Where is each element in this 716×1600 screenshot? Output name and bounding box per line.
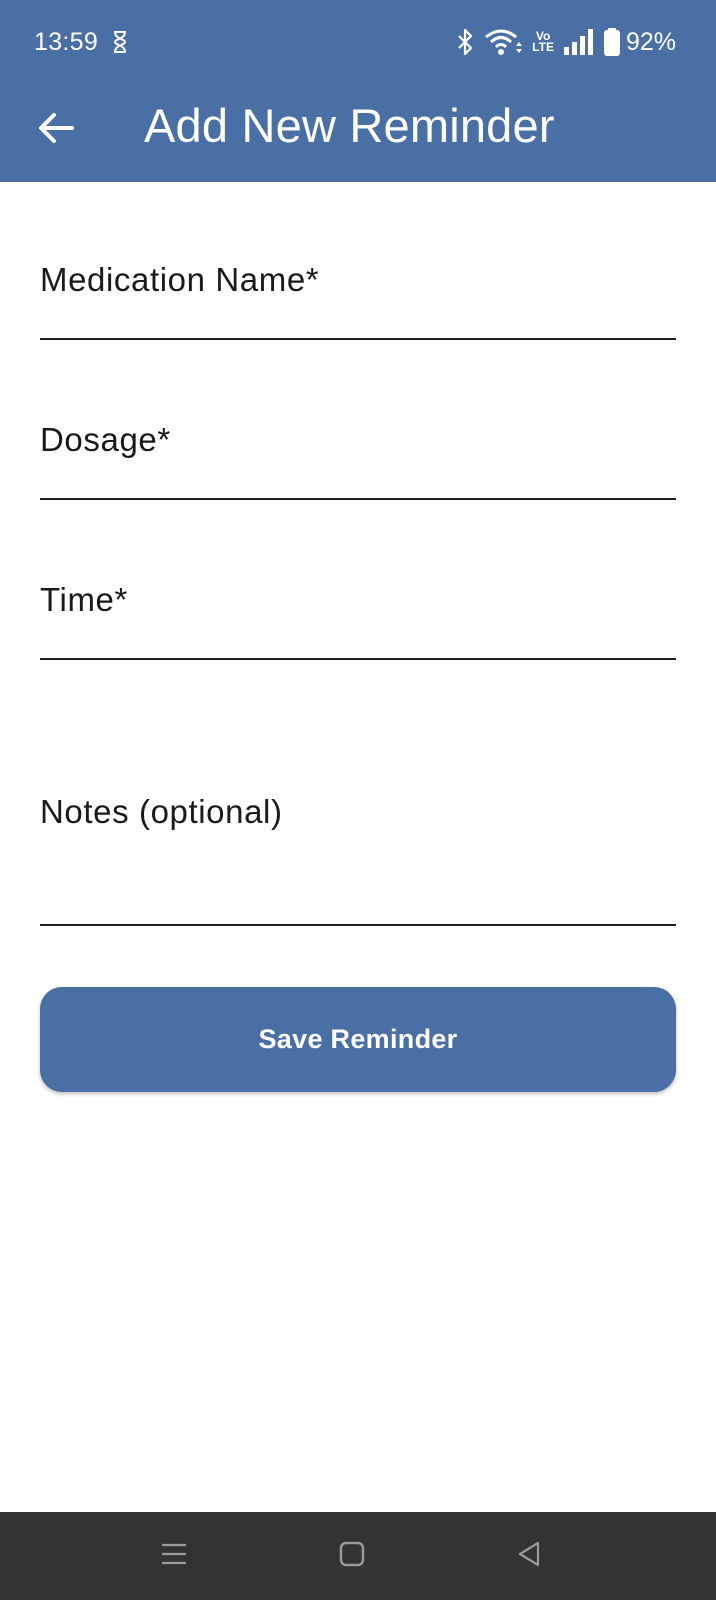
dosage-field[interactable]: Dosage* — [40, 410, 676, 502]
time-underline — [40, 658, 676, 660]
dosage-input[interactable] — [40, 462, 676, 492]
battery-percent: 92% — [625, 27, 676, 56]
notes-input[interactable] — [40, 850, 676, 910]
bluetooth-icon — [456, 28, 474, 56]
page-title: Add New Reminder — [144, 99, 555, 152]
volte-icon: Vo LTE — [532, 30, 554, 54]
arrow-back-icon — [38, 112, 74, 149]
notes-field[interactable]: Notes (optional) — [40, 780, 676, 928]
status-time: 13:59 — [34, 28, 99, 56]
home-icon — [338, 1540, 366, 1573]
time-input[interactable] — [40, 622, 676, 652]
home-button[interactable] — [328, 1532, 376, 1580]
app-bar: Add New Reminder — [0, 84, 716, 182]
system-nav-bar — [0, 1512, 716, 1600]
back-nav-icon — [515, 1540, 543, 1573]
notes-label: Notes (optional) — [40, 793, 283, 830]
header: 13:59 Vo LTE 92% Add New Reminder — [0, 0, 716, 182]
recent-apps-button[interactable] — [150, 1532, 198, 1580]
time-label: Time* — [40, 581, 128, 618]
screen: 13:59 Vo LTE 92% Add New Reminder Medica… — [0, 0, 716, 1600]
medication-name-field[interactable]: Medication Name* — [40, 250, 676, 342]
recent-apps-icon — [160, 1540, 188, 1573]
save-reminder-button[interactable]: Save Reminder — [40, 987, 676, 1092]
back-nav-button[interactable] — [505, 1532, 553, 1580]
time-field[interactable]: Time* — [40, 570, 676, 662]
volte-bottom: LTE — [532, 40, 554, 54]
medication-name-underline — [40, 338, 676, 340]
save-reminder-label: Save Reminder — [258, 1024, 458, 1054]
wifi-icon — [484, 28, 523, 56]
medication-name-label: Medication Name* — [40, 261, 320, 298]
battery-icon — [603, 28, 620, 56]
signal-icon — [563, 29, 594, 55]
dosage-label: Dosage* — [40, 421, 171, 458]
medication-name-input[interactable] — [40, 302, 676, 332]
dosage-underline — [40, 498, 676, 500]
notes-underline — [40, 924, 676, 926]
status-bar: 13:59 Vo LTE 92% — [0, 0, 716, 84]
back-button[interactable] — [24, 98, 88, 162]
status-icons: Vo LTE 92% — [456, 26, 676, 58]
hourglass-icon — [112, 30, 128, 54]
